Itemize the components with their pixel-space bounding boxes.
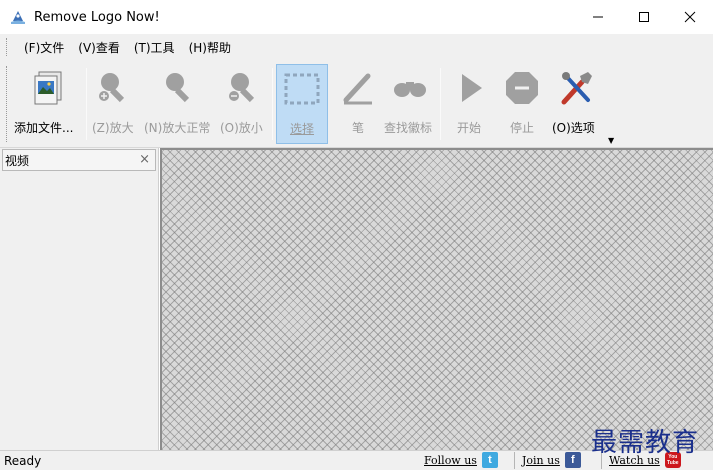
pen-label: 笔	[352, 121, 365, 135]
zoom-out-label: (O)放小	[220, 121, 263, 135]
toolbar-overflow-icon[interactable]: ▼	[608, 136, 614, 145]
menu-help[interactable]: (H)帮助	[182, 39, 238, 56]
status-separator	[514, 452, 515, 469]
menu-grip[interactable]	[6, 38, 9, 56]
video-panel-title: 视频	[5, 153, 30, 168]
select-label: 选择	[290, 122, 315, 136]
window-title: Remove Logo Now!	[34, 9, 160, 25]
menu-bar: (F)文件 (V)查看 (T)工具 (H)帮助	[0, 34, 713, 60]
start-button[interactable]: 开始	[446, 64, 494, 144]
twitter-icon[interactable]: t	[481, 452, 498, 468]
find-logo-button[interactable]: 查找徽标	[382, 64, 438, 144]
zoom-out-icon	[224, 68, 264, 108]
toolbar-separator	[86, 68, 87, 140]
select-button[interactable]: 选择	[276, 64, 328, 144]
status-text: Ready	[4, 453, 42, 468]
zoom-in-label: (Z)放大	[92, 121, 134, 135]
zoom-normal-label: (N)放大正常	[144, 121, 211, 135]
panel-close-icon[interactable]: ×	[139, 152, 150, 167]
options-button[interactable]: (O)选项	[550, 64, 602, 144]
join-us-link[interactable]: Join us f	[522, 452, 581, 468]
stop-label: 停止	[510, 121, 535, 135]
follow-us-label[interactable]: Follow us	[424, 454, 477, 467]
stop-button[interactable]: 停止	[498, 64, 546, 144]
window-controls	[575, 0, 713, 34]
stop-icon	[502, 68, 542, 108]
video-canvas[interactable]	[160, 148, 713, 450]
add-file-button[interactable]: 添加文件...	[12, 64, 82, 144]
close-icon	[684, 11, 696, 23]
start-label: 开始	[457, 121, 482, 135]
follow-us-link[interactable]: Follow us t	[424, 452, 498, 468]
options-icon	[556, 68, 596, 108]
menu-view[interactable]: (V)查看	[71, 39, 127, 56]
video-panel-header: 视频 ×	[2, 149, 156, 171]
binoculars-icon	[390, 68, 430, 108]
toolbar-separator	[440, 68, 441, 140]
video-panel: 视频 ×	[0, 148, 159, 450]
toolbar-grip[interactable]	[6, 66, 9, 142]
pen-button[interactable]: 笔	[334, 64, 382, 144]
facebook-icon[interactable]: f	[564, 452, 581, 468]
zoom-normal-icon	[159, 68, 199, 108]
menu-tools[interactable]: (T)工具	[127, 39, 182, 56]
minimize-button[interactable]	[575, 0, 621, 34]
options-label: (O)选项	[552, 121, 595, 135]
toolbar-separator	[272, 68, 273, 140]
watermark-text: 最需教育	[591, 428, 700, 458]
zoom-in-button[interactable]: (Z)放大	[90, 64, 138, 144]
pen-icon	[338, 68, 378, 108]
select-icon	[282, 69, 322, 109]
zoom-out-button[interactable]: (O)放小	[218, 64, 270, 144]
add-file-label: 添加文件...	[14, 121, 74, 135]
app-logo-icon	[10, 9, 26, 25]
maximize-button[interactable]	[621, 0, 667, 34]
minimize-icon	[593, 16, 603, 18]
play-icon	[450, 68, 490, 108]
find-logo-label: 查找徽标	[384, 121, 433, 135]
title-bar: Remove Logo Now!	[0, 0, 713, 34]
toolbar: 添加文件... (Z)放大 (N)放大正常 (O)放小 选择 笔 查找徽标 开始…	[0, 60, 713, 148]
maximize-icon	[639, 12, 649, 22]
zoom-in-icon	[94, 68, 134, 108]
add-file-icon	[27, 68, 67, 108]
zoom-normal-button[interactable]: (N)放大正常	[144, 64, 214, 144]
join-us-label[interactable]: Join us	[522, 454, 560, 467]
close-button[interactable]	[667, 0, 713, 34]
menu-file[interactable]: (F)文件	[17, 39, 71, 56]
